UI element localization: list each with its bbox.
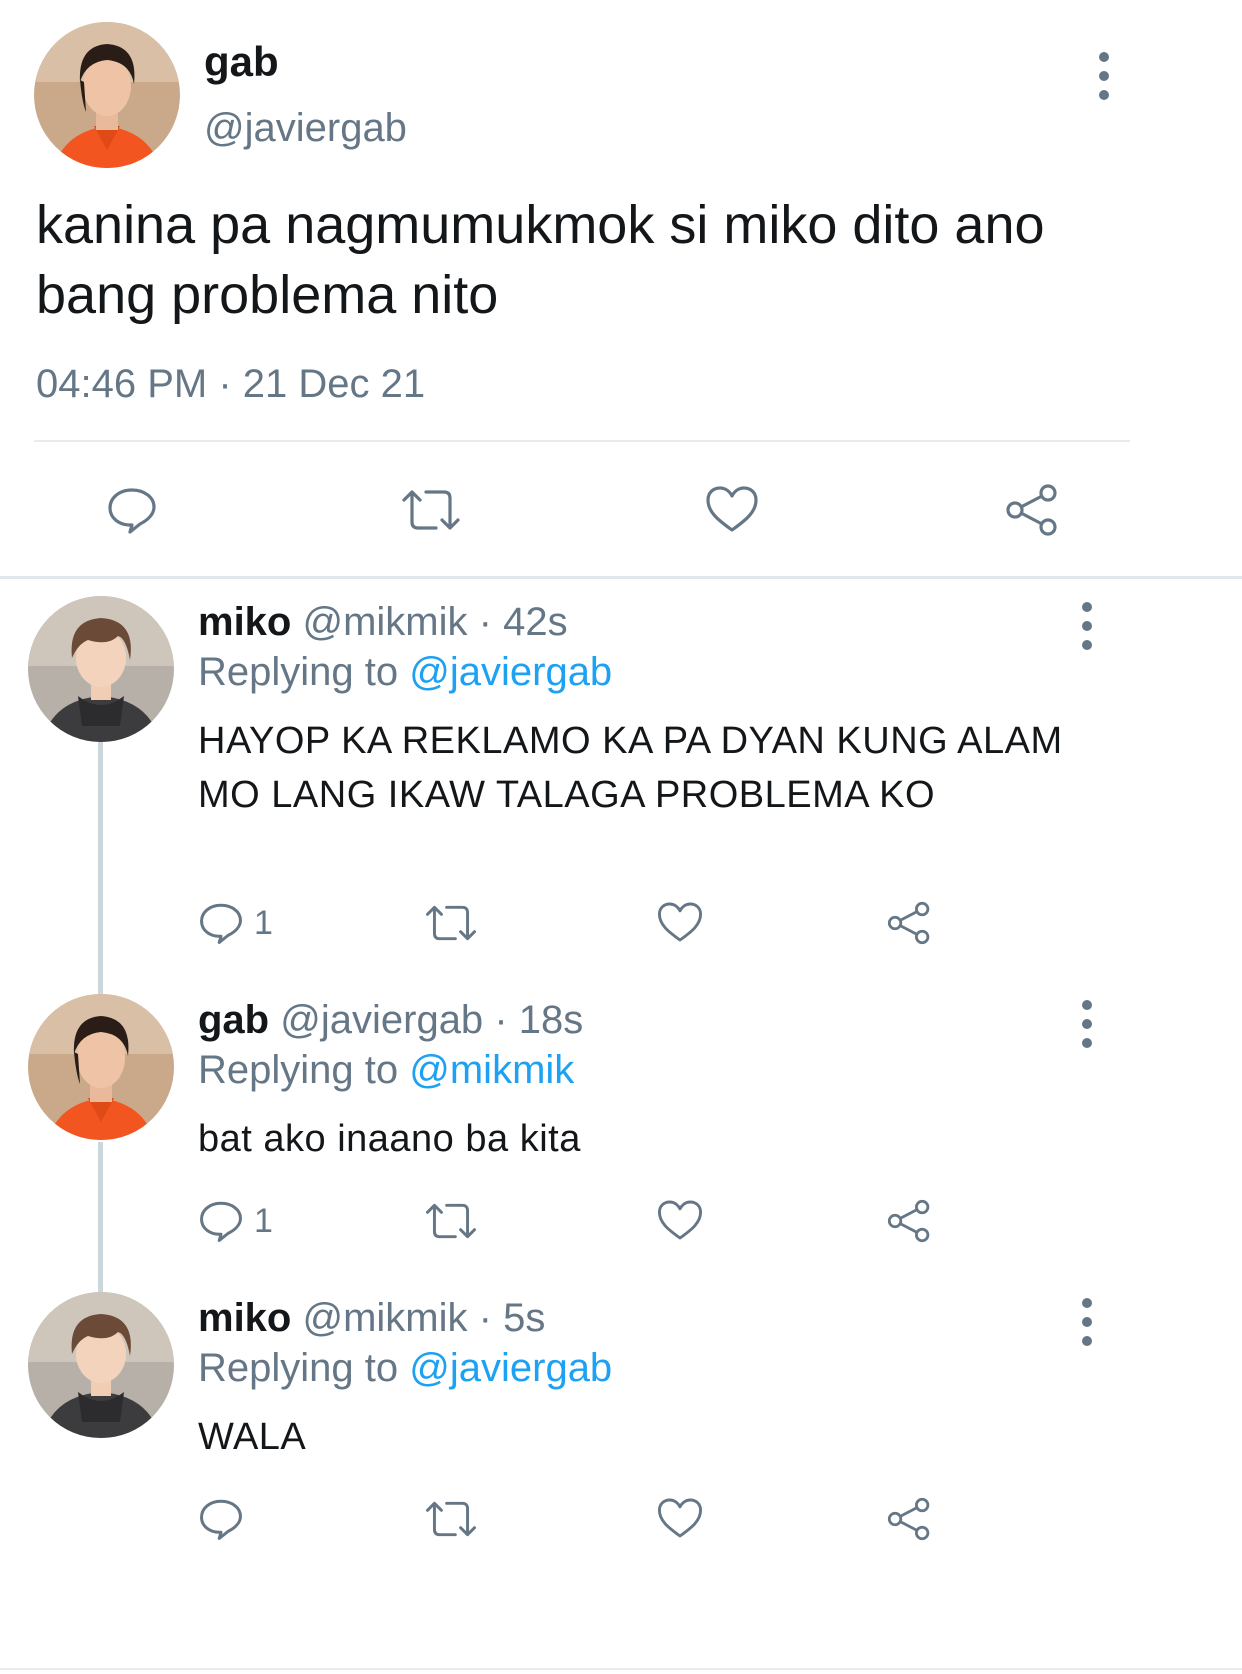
- author-handle[interactable]: @javiergab: [204, 106, 407, 151]
- reply-button[interactable]: 1: [198, 900, 273, 946]
- reply-text: bat ako inaano ba kita: [198, 1118, 581, 1160]
- replying-to: Replying to @javiergab: [198, 1346, 612, 1391]
- author-handle[interactable]: @javiergab: [280, 998, 483, 1042]
- retweet-icon: [402, 490, 460, 530]
- reply-icon: [108, 488, 156, 534]
- like-button[interactable]: [704, 484, 760, 534]
- more-options-icon[interactable]: [1075, 1000, 1099, 1048]
- divider: [34, 440, 1130, 442]
- tweet-timestamp[interactable]: 04:46 PM · 21 Dec 21: [36, 362, 425, 407]
- mention-link[interactable]: @javiergab: [409, 650, 612, 694]
- more-options-icon[interactable]: [1075, 1298, 1099, 1346]
- replying-label: Replying to: [198, 1048, 399, 1092]
- avatar[interactable]: [28, 994, 174, 1140]
- separator: ·: [494, 998, 508, 1042]
- more-options-icon[interactable]: [1092, 52, 1116, 100]
- separator: ·: [478, 1296, 492, 1340]
- retweet-button[interactable]: [424, 1498, 478, 1540]
- reply-time[interactable]: 5s: [503, 1296, 545, 1340]
- share-button[interactable]: [886, 900, 932, 946]
- share-icon: [887, 1199, 930, 1243]
- reply-button[interactable]: 1: [198, 1198, 273, 1244]
- author-name[interactable]: gab: [204, 38, 279, 86]
- reply-time[interactable]: 42s: [503, 600, 568, 644]
- reply-text: HAYOP KA REKLAMO KA PA DYAN KUNG ALAM MO…: [198, 720, 1063, 816]
- tweet-text: kanina pa nagmumukmok si miko dito ano b…: [36, 195, 1045, 325]
- avatar-gab-image: [28, 994, 174, 1140]
- reply-time[interactable]: 18s: [519, 998, 584, 1042]
- retweet-button[interactable]: [400, 486, 462, 534]
- reply-text: WALA: [198, 1416, 307, 1458]
- retweet-button[interactable]: [424, 1200, 478, 1242]
- retweet-icon: [426, 905, 476, 941]
- retweet-button[interactable]: [424, 902, 478, 944]
- avatar-miko-image: [28, 1292, 174, 1438]
- share-button[interactable]: [886, 1198, 932, 1244]
- reply-header: gab @javiergab · 18s: [198, 998, 583, 1043]
- like-icon: [657, 1200, 703, 1240]
- retweet-icon: [426, 1203, 476, 1239]
- share-button[interactable]: [886, 1496, 932, 1542]
- separator: ·: [478, 600, 492, 644]
- thread-line: [98, 1142, 103, 1292]
- like-icon: [657, 902, 703, 942]
- reply-count: 1: [254, 903, 273, 942]
- author-handle[interactable]: @mikmik: [302, 600, 467, 644]
- avatar[interactable]: [28, 1292, 174, 1438]
- reply-icon: [200, 1201, 242, 1242]
- author-name[interactable]: miko: [198, 600, 291, 644]
- share-icon: [887, 1497, 930, 1541]
- replying-to: Replying to @javiergab: [198, 650, 612, 695]
- retweet-icon: [426, 1501, 476, 1537]
- reply-icon: [200, 903, 242, 944]
- replying-label: Replying to: [198, 650, 399, 694]
- avatar[interactable]: [28, 596, 174, 742]
- reply-button[interactable]: [106, 484, 158, 536]
- mention-link[interactable]: @javiergab: [409, 1346, 612, 1390]
- like-icon: [706, 486, 758, 532]
- avatar-miko-image: [28, 596, 174, 742]
- like-button[interactable]: [656, 900, 704, 944]
- like-button[interactable]: [656, 1496, 704, 1540]
- mention-link[interactable]: @mikmik: [409, 1048, 574, 1092]
- replying-label: Replying to: [198, 1346, 399, 1390]
- share-button[interactable]: [1004, 482, 1060, 538]
- thread-line: [98, 742, 103, 994]
- reply-count: 1: [254, 1201, 273, 1240]
- reply-icon: [200, 1499, 242, 1540]
- more-options-icon[interactable]: [1075, 602, 1099, 650]
- author-name[interactable]: gab: [198, 998, 269, 1042]
- share-icon: [1006, 484, 1057, 536]
- like-button[interactable]: [656, 1198, 704, 1242]
- reply-button[interactable]: [198, 1496, 254, 1542]
- reply-header: miko @mikmik · 42s: [198, 600, 568, 645]
- avatar-gab-image: [34, 22, 180, 168]
- avatar[interactable]: [34, 22, 180, 168]
- divider: [0, 576, 1242, 579]
- reply-header: miko @mikmik · 5s: [198, 1296, 545, 1341]
- divider: [0, 1668, 1242, 1670]
- like-icon: [657, 1498, 703, 1538]
- author-handle[interactable]: @mikmik: [302, 1296, 467, 1340]
- author-name[interactable]: miko: [198, 1296, 291, 1340]
- share-icon: [887, 901, 930, 945]
- replying-to: Replying to @mikmik: [198, 1048, 574, 1093]
